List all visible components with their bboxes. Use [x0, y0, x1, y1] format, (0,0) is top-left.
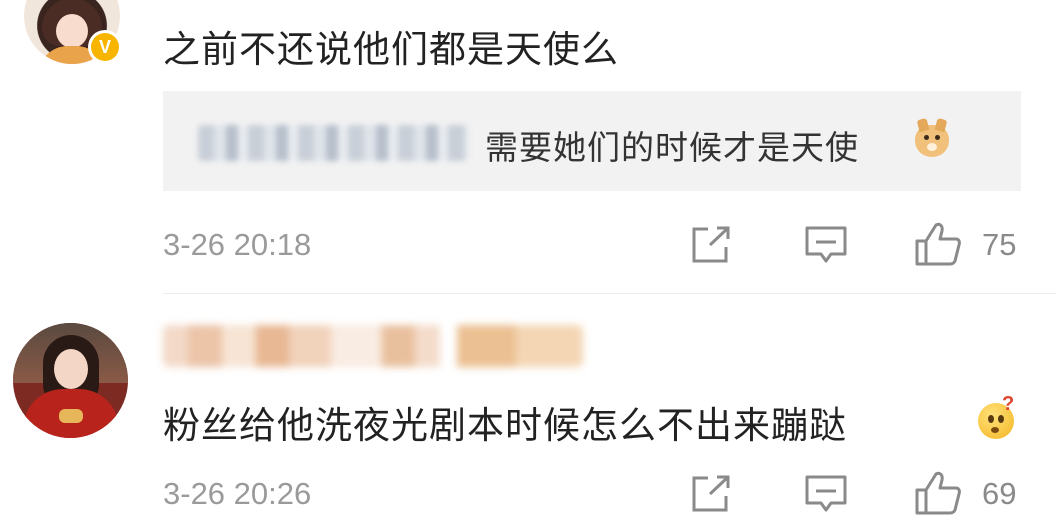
comment-icon[interactable]	[804, 474, 848, 514]
reply-box[interactable]: 需要她们的时候才是天使	[163, 91, 1021, 191]
like-count: 69	[982, 476, 1017, 511]
share-icon[interactable]	[690, 225, 734, 265]
avatar-ornament	[59, 409, 83, 423]
comment-text: 之前不还说他们都是天使么	[163, 28, 619, 71]
avatar-face	[56, 14, 88, 48]
comment-divider	[163, 293, 1056, 294]
comment-text: 粉丝给他洗夜光剧本时候怎么不出来蹦跶	[163, 404, 847, 447]
verified-badge-icon: V	[88, 30, 122, 64]
comment-timestamp: 3-26 20:26	[163, 476, 312, 511]
doge-emoji-icon	[915, 125, 949, 157]
blurred-reply-username	[198, 125, 468, 161]
user-avatar[interactable]	[13, 323, 128, 438]
comment-icon[interactable]	[804, 225, 848, 265]
thumbs-up-icon[interactable]	[914, 221, 962, 267]
comment-timestamp: 3-26 20:18	[163, 227, 312, 262]
verified-badge-label: V	[91, 33, 119, 61]
thumbs-up-icon[interactable]	[914, 470, 962, 516]
thinking-emoji-icon: ?	[978, 393, 1014, 439]
reply-text: 需要她们的时候才是天使	[485, 128, 859, 167]
blurred-username[interactable]	[163, 325, 583, 367]
like-count: 75	[982, 227, 1017, 262]
avatar-face	[54, 349, 88, 389]
share-icon[interactable]	[690, 474, 734, 514]
